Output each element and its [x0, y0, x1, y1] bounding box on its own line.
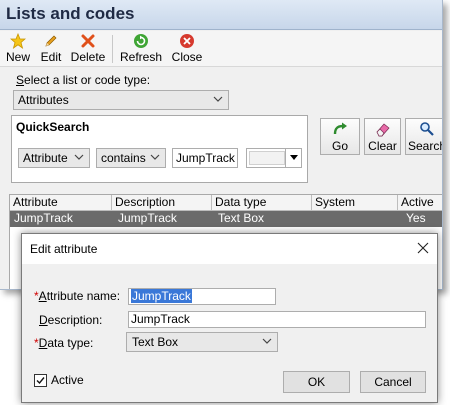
cell-data-type: Text Box — [218, 211, 265, 225]
list-type-value: Attributes — [18, 93, 69, 107]
column-header-description[interactable]: Description — [112, 195, 212, 211]
close-icon[interactable] — [417, 242, 429, 254]
dialog-titlebar: Edit attribute — [22, 234, 437, 264]
cell-system — [314, 211, 318, 227]
chevron-down-icon — [213, 96, 223, 102]
data-type-select[interactable]: Text Box — [126, 332, 278, 352]
magnifier-icon — [420, 122, 434, 136]
quicksearch-field-select[interactable]: Attribute — [18, 148, 90, 168]
chevron-down-icon — [74, 154, 84, 160]
active-checkbox[interactable] — [34, 374, 47, 387]
data-type-label: *Data type: — [34, 336, 94, 350]
clear-button[interactable]: Clear — [364, 118, 401, 155]
quicksearch-operator-select[interactable]: contains — [96, 148, 166, 168]
refresh-icon — [134, 34, 148, 48]
clear-label: Clear — [368, 139, 397, 153]
go-arrow-icon — [333, 122, 347, 135]
attribute-name-input[interactable]: JumpTrack — [128, 288, 276, 305]
star-icon — [10, 33, 26, 49]
new-button[interactable]: New — [5, 33, 31, 65]
checkmark-icon — [36, 377, 45, 385]
refresh-button[interactable]: Refresh — [120, 33, 162, 65]
column-header-system[interactable]: System — [312, 195, 398, 211]
color-swatch — [249, 151, 285, 165]
active-label: Active — [51, 373, 84, 387]
edit-button[interactable]: Edit — [39, 33, 63, 65]
column-header-active[interactable]: Active — [398, 195, 442, 211]
refresh-label: Refresh — [120, 50, 163, 64]
description-label: Description: — [39, 313, 103, 327]
grid-header: Attribute Description Data type System A… — [10, 195, 442, 211]
color-dropdown-button[interactable] — [285, 149, 301, 167]
delete-button[interactable]: Delete — [70, 33, 106, 65]
list-type-select[interactable]: Attributes — [13, 90, 229, 110]
data-type-value: Text Box — [132, 335, 179, 349]
attribute-name-value: JumpTrack — [131, 289, 192, 303]
dropdown-arrow-icon — [290, 155, 298, 160]
chevron-down-icon — [262, 338, 272, 344]
go-label: Go — [331, 139, 348, 153]
delete-label: Delete — [70, 50, 106, 64]
window-title: Lists and codes — [6, 4, 135, 23]
window-titlebar: Lists and codes — [0, 0, 442, 30]
dialog-title: Edit attribute — [30, 242, 98, 256]
cell-active: Yes — [406, 211, 426, 225]
table-row[interactable]: JumpTrack JumpTrack Text Box Yes — [10, 211, 442, 227]
edit-attribute-dialog: Edit attribute *Attribute name: JumpTrac… — [21, 233, 438, 403]
cell-description: JumpTrack — [118, 211, 177, 225]
eraser-icon — [376, 123, 390, 137]
toolbar-separator — [112, 35, 113, 63]
pencil-icon — [45, 35, 57, 47]
description-input[interactable]: JumpTrack — [128, 311, 426, 328]
type-select-label: Select a list or code type: — [16, 73, 151, 87]
toolbar: New Edit Delete Refresh Close — [0, 31, 442, 67]
chevron-down-icon — [150, 154, 160, 160]
quicksearch-color-select[interactable] — [246, 148, 302, 168]
cell-attribute: JumpTrack — [14, 211, 73, 225]
quicksearch-value-input[interactable]: JumpTrack — [172, 148, 238, 168]
new-label: New — [5, 50, 30, 64]
edit-label: Edit — [40, 50, 62, 64]
column-header-attribute[interactable]: Attribute — [10, 195, 112, 211]
close-circle-icon — [180, 34, 194, 48]
attribute-name-label: *Attribute name: — [34, 289, 121, 303]
close-label: Close — [171, 50, 203, 64]
close-button[interactable]: Close — [170, 33, 204, 65]
ok-button[interactable]: OK — [283, 371, 350, 393]
search-button[interactable]: Search — [405, 118, 443, 155]
column-header-data-type[interactable]: Data type — [212, 195, 312, 211]
cancel-button[interactable]: Cancel — [360, 371, 426, 393]
delete-x-icon — [81, 34, 95, 48]
quicksearch-panel: QuickSearch Attribute contains JumpTrack — [11, 115, 308, 183]
quicksearch-title: QuickSearch — [16, 120, 90, 134]
search-label: Search — [407, 139, 443, 153]
go-button[interactable]: Go — [320, 118, 360, 155]
